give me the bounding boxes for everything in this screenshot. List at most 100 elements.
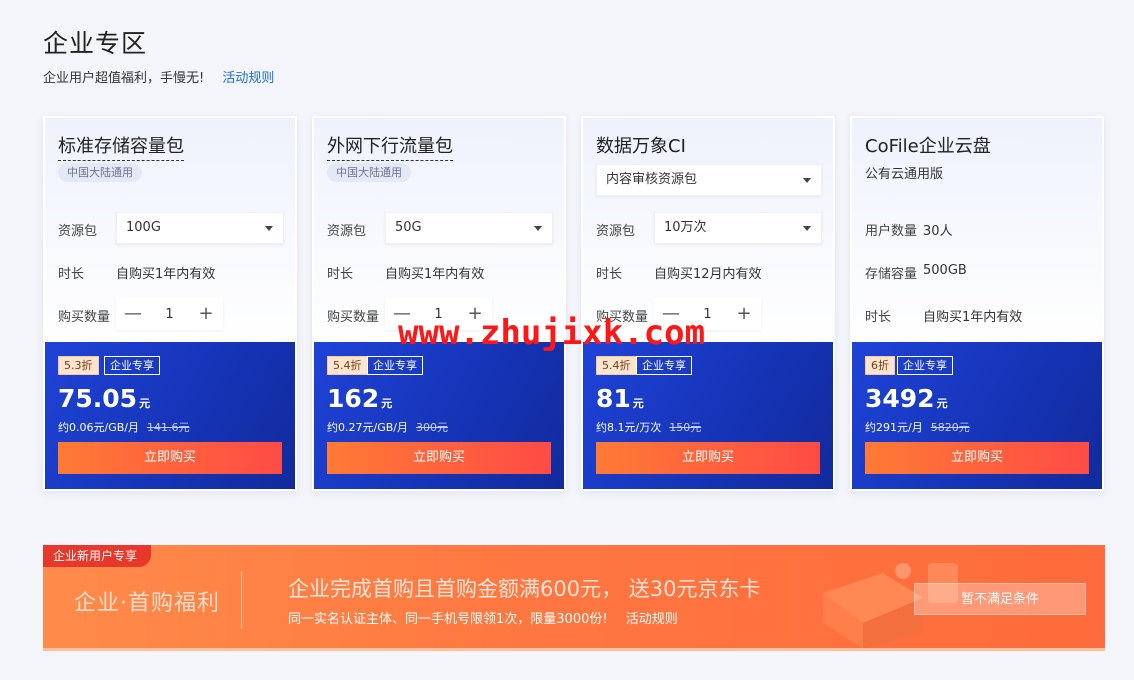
discount-badge: 5.4折 [327, 356, 368, 375]
subtitle-text: 企业用户超值福利，手慢无! [43, 71, 205, 86]
card-title[interactable]: 标准存储容量包 [58, 132, 184, 161]
unit-price-value: 约291元/月 [865, 421, 923, 434]
buy-now-button[interactable]: 立即购买 [327, 442, 551, 474]
buy-now-button[interactable]: 立即购买 [596, 442, 820, 474]
price-area: 5.4折 企业专享 162 元 约0.27元/GB/月 300元 立即购买 [314, 342, 564, 489]
discount-badge: 6折 [865, 356, 895, 375]
banner-tag: 企业新用户专享 [43, 545, 152, 567]
page-title: 企业专区 [43, 29, 148, 58]
page-subtitle: 企业用户超值福利，手慢无! 活动规则 [43, 67, 274, 86]
package-label: 资源包 [58, 224, 98, 239]
enterprise-badge: 企业专享 [367, 356, 423, 375]
chevron-down-icon [803, 178, 811, 183]
banner-left-title: 企业·首购福利 [74, 591, 220, 616]
users-label: 用户数量 [865, 224, 918, 239]
rules-link[interactable]: 活动规则 [222, 71, 274, 86]
enterprise-badge: 企业专享 [897, 356, 953, 375]
price-unit: 元 [139, 397, 151, 410]
unit-price-value: 约0.27元/GB/月 [327, 421, 408, 434]
price: 162 元 [327, 384, 392, 413]
package-select[interactable]: 100G [116, 212, 284, 244]
quantity-value[interactable]: 1 [419, 307, 458, 322]
banner-headline: 企业完成首购且首购金额满600元， 送30元京东卡 [288, 577, 761, 601]
discount-badge: 5.4折 [596, 356, 637, 375]
price-value: 75.05 [58, 384, 138, 413]
price: 3492 元 [865, 384, 948, 413]
price-unit: 元 [936, 397, 948, 410]
price-value: 81 [596, 384, 631, 413]
quantity-label: 购买数量 [596, 310, 649, 325]
unit-price-value: 约0.06元/GB/月 [58, 421, 139, 434]
type-select-value: 内容审核资源包 [606, 172, 698, 187]
duration-value: 自购买1年内有效 [116, 267, 216, 282]
package-select-value: 50G [395, 220, 422, 235]
card-title: 数据万象CI [596, 136, 686, 157]
chevron-down-icon [265, 226, 273, 231]
users-value: 30人 [923, 224, 953, 239]
original-price: 141.6元 [146, 421, 190, 434]
duration-label: 时长 [596, 267, 623, 282]
product-card-standard-storage: 标准存储容量包 中国大陆通用 资源包 100G 时长 自购买1年内有效 购买数量… [43, 116, 297, 491]
original-price: 5820元 [930, 421, 970, 434]
price-area: 6折 企业专享 3492 元 约291元/月 5820元 立即购买 [852, 342, 1102, 489]
price-unit: 元 [381, 397, 393, 410]
banner-note-text: 同一实名认证主体、同一手机号限领1次，限量3000份! [288, 612, 608, 627]
quantity-value[interactable]: 1 [150, 307, 189, 322]
plus-button[interactable]: + [189, 298, 223, 330]
banner-rules-link[interactable]: 活动规则 [626, 612, 678, 627]
storage-label: 存储容量 [865, 267, 918, 282]
price-unit: 元 [632, 397, 644, 410]
price-value: 162 [327, 384, 380, 413]
package-label: 资源包 [596, 224, 636, 239]
buy-now-button[interactable]: 立即购买 [58, 442, 282, 474]
discount-badge: 5.3折 [58, 356, 99, 375]
region-tag: 中国大陆通用 [327, 163, 411, 182]
claim-button-disabled[interactable]: 暂不满足条件 [914, 583, 1086, 615]
quantity-stepper: — 1 + [654, 298, 761, 330]
banner-divider [241, 571, 242, 629]
enterprise-badge: 企业专享 [104, 356, 160, 375]
duration-value: 自购买12月内有效 [654, 267, 762, 282]
quantity-label: 购买数量 [58, 310, 111, 325]
unit-price: 约0.27元/GB/月 300元 [327, 419, 448, 435]
package-select-value: 10万次 [664, 220, 707, 235]
quantity-label: 购买数量 [327, 310, 380, 325]
unit-price: 约8.1元/万次 150元 [596, 419, 701, 435]
duration-label: 时长 [865, 310, 892, 325]
card-title[interactable]: 外网下行流量包 [327, 132, 453, 161]
card-title: CoFile企业云盘 [865, 136, 991, 157]
product-card-outbound-traffic: 外网下行流量包 中国大陆通用 资源包 50G 时长 自购买1年内有效 购买数量 … [312, 116, 566, 491]
package-select[interactable]: 10万次 [654, 212, 822, 244]
product-card-data-ci: 数据万象CI 内容审核资源包 资源包 10万次 时长 自购买12月内有效 购买数… [581, 116, 835, 491]
minus-button[interactable]: — [654, 298, 688, 330]
edition-label: 公有云通用版 [865, 167, 944, 182]
banner-bottom-line [43, 648, 1105, 651]
quantity-stepper: — 1 + [116, 298, 223, 330]
duration-value: 自购买1年内有效 [385, 267, 485, 282]
original-price: 300元 [415, 421, 448, 434]
duration-label: 时长 [58, 267, 85, 282]
enterprise-badge: 企业专享 [636, 356, 692, 375]
unit-price: 约0.06元/GB/月 141.6元 [58, 419, 189, 435]
chevron-down-icon [534, 226, 542, 231]
package-select[interactable]: 50G [385, 212, 553, 244]
plus-button[interactable]: + [727, 298, 761, 330]
storage-value: 500GB [923, 263, 967, 278]
quantity-value[interactable]: 1 [688, 307, 727, 322]
price-area: 5.3折 企业专享 75.05 元 约0.06元/GB/月 141.6元 立即购买 [45, 342, 295, 489]
duration-label: 时长 [327, 267, 354, 282]
unit-price-value: 约8.1元/万次 [596, 421, 662, 434]
buy-now-button[interactable]: 立即购买 [865, 442, 1089, 474]
price-value: 3492 [865, 384, 935, 413]
minus-button[interactable]: — [116, 298, 150, 330]
minus-button[interactable]: — [385, 298, 419, 330]
package-select-value: 100G [126, 220, 161, 235]
product-card-cofile: CoFile企业云盘 公有云通用版 用户数量 30人 存储容量 500GB 时长… [850, 116, 1104, 491]
banner-note: 同一实名认证主体、同一手机号限领1次，限量3000份! 活动规则 [288, 608, 678, 627]
package-label: 资源包 [327, 224, 367, 239]
quantity-stepper: — 1 + [385, 298, 492, 330]
price: 81 元 [596, 384, 644, 413]
type-select[interactable]: 内容审核资源包 [596, 164, 822, 196]
plus-button[interactable]: + [458, 298, 492, 330]
chevron-down-icon [803, 226, 811, 231]
